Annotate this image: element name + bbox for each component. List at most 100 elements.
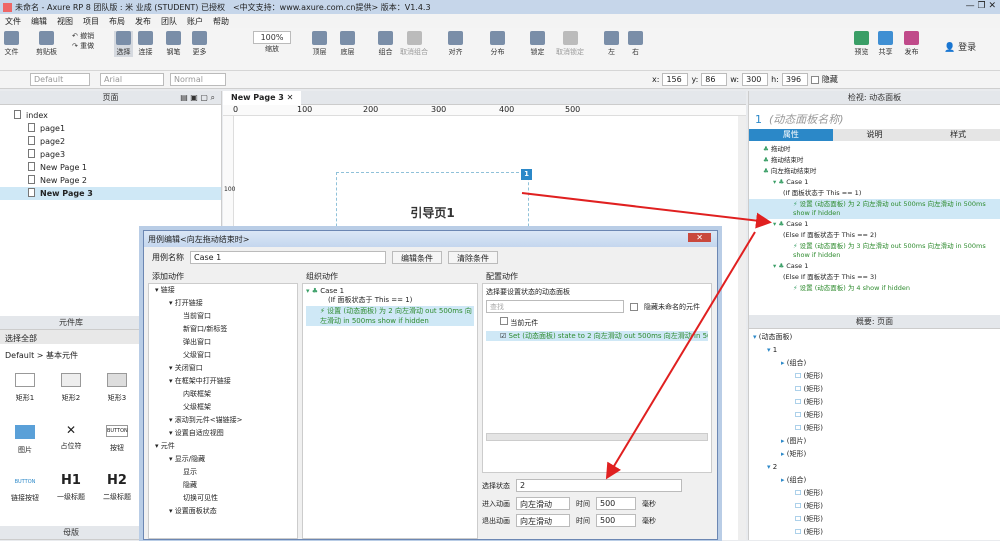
menu-item-3[interactable]: 项目 [83, 16, 99, 27]
tab-notes[interactable]: 说明 [832, 129, 917, 141]
page-item[interactable]: page1 [0, 122, 221, 135]
library-select[interactable]: 选择全部 [0, 330, 142, 344]
page-item[interactable]: page3 [0, 148, 221, 161]
x-field[interactable]: 156 [662, 73, 689, 86]
outline-item[interactable]: ☐ (矩形) [753, 487, 996, 500]
action-item[interactable]: 显示 [149, 466, 297, 479]
action-item[interactable]: 父级窗口 [149, 349, 297, 362]
outline-item[interactable]: ☐ (矩形) [753, 409, 996, 422]
action-item[interactable]: 弹出窗口 [149, 336, 297, 349]
action-item[interactable]: ▾ 关闭窗口 [149, 362, 297, 375]
outline-item[interactable]: ☐ (矩形) [753, 422, 996, 435]
action-item[interactable]: 隐藏 [149, 479, 297, 492]
canvas-tab[interactable]: New Page 3 ✕ [223, 91, 302, 105]
lock-button[interactable]: 锁定 [530, 31, 545, 57]
org-action-item[interactable]: ⚡ 设置 (动态面板) 为 2 向左滑动 out 500ms 向左滑动 in 5… [306, 306, 474, 326]
action-item[interactable]: 当前窗口 [149, 310, 297, 323]
set-state-row[interactable]: ☑ Set (动态面板) state to 2 向左滑动 out 500ms 向… [486, 331, 708, 341]
right-button[interactable]: 右 [628, 31, 643, 57]
left-button[interactable]: 左 [604, 31, 619, 57]
menu-item-4[interactable]: 布局 [109, 16, 125, 27]
org-case[interactable]: ▾ ♣ Case 1 [306, 287, 474, 295]
event-item[interactable]: (Else If 面板状态于 This == 2) [749, 230, 1000, 241]
page-item[interactable]: index [0, 109, 221, 122]
style-select[interactable]: Default [30, 73, 90, 86]
menu-item-6[interactable]: 团队 [161, 16, 177, 27]
connect-button[interactable]: 连接 [138, 31, 153, 57]
search-input[interactable]: 查找 [486, 300, 624, 313]
canvas-scrollbar[interactable] [738, 116, 746, 540]
event-item[interactable]: ▾ ♣ Case 1 [749, 219, 1000, 230]
page-item[interactable]: New Page 2 [0, 174, 221, 187]
action-item[interactable]: ▾ 滚动到元件<锚链接> [149, 414, 297, 427]
event-item[interactable]: (Else If 面板状态于 This == 3) [749, 272, 1000, 283]
edit-condition-button[interactable]: 编辑条件 [392, 250, 442, 264]
exit-anim-select[interactable]: 向左滑动 [516, 514, 570, 527]
preview-button[interactable]: 预览 [854, 31, 869, 57]
bottom-button[interactable]: 底层 [340, 31, 355, 57]
action-item[interactable]: 父级框架 [149, 401, 297, 414]
undo-button[interactable]: ↶ 撤销 [72, 31, 94, 41]
menu-item-2[interactable]: 视图 [57, 16, 73, 27]
checked-checkbox[interactable]: ☑ [500, 332, 506, 340]
outline-item[interactable]: ▾ 1 [753, 344, 996, 357]
outline-item[interactable]: ☐ (矩形) [753, 370, 996, 383]
menu-item-1[interactable]: 编辑 [31, 16, 47, 27]
action-item[interactable]: ▾ 元件 [149, 440, 297, 453]
zoom-control[interactable]: 100% 缩放 [253, 31, 291, 54]
login-button[interactable]: 👤 登录 [944, 40, 976, 53]
exit-time-input[interactable]: 500 [596, 514, 636, 527]
outline-item[interactable]: ▾ 2 [753, 461, 996, 474]
pages-toolbar-icons[interactable]: ▤ ▣ ▢ ⌕ [180, 91, 215, 105]
page-item[interactable]: New Page 1 [0, 161, 221, 174]
distribute-button[interactable]: 分布 [490, 31, 505, 57]
event-item[interactable]: (If 面板状态于 This == 1) [749, 188, 1000, 199]
page-item[interactable]: page2 [0, 135, 221, 148]
outline-item[interactable]: ▸ (矩形) [753, 448, 996, 461]
more-button[interactable]: 更多 [192, 31, 207, 57]
event-item[interactable]: ⚡ 设置 (动态面板) 为 2 向左滑动 out 500ms 向左滑动 in 5… [749, 199, 1000, 219]
close-icon[interactable]: ✕ [688, 233, 711, 242]
outline-item[interactable]: ☐ (矩形) [753, 526, 996, 539]
config-hscrollbar[interactable] [486, 433, 708, 441]
library-widget[interactable]: 矩形2 [48, 367, 94, 419]
align-button[interactable]: 对齐 [448, 31, 463, 57]
library-widget[interactable]: 矩形3 [94, 367, 140, 419]
menu-item-0[interactable]: 文件 [5, 16, 21, 27]
hide-unnamed-checkbox[interactable] [630, 302, 638, 311]
action-item[interactable]: ▾ 打开链接 [149, 297, 297, 310]
page-item[interactable]: New Page 3 [0, 187, 221, 200]
hidden-checkbox[interactable] [810, 75, 819, 84]
menu-item-5[interactable]: 发布 [135, 16, 151, 27]
top-button[interactable]: 顶层 [312, 31, 327, 57]
outline-item[interactable]: ▸ (图片) [753, 435, 996, 448]
clear-condition-button[interactable]: 清除条件 [448, 250, 498, 264]
library-widget[interactable]: ✕ 占位符 [48, 419, 94, 471]
tab-properties[interactable]: 属性 [749, 129, 833, 141]
panel-name-field[interactable]: (动态面板名称) [769, 113, 844, 126]
menu-item-8[interactable]: 帮助 [213, 16, 229, 27]
window-controls[interactable]: — ❐ ✕ [966, 1, 996, 11]
undo-redo[interactable]: ↶ 撤销 ↷ 重做 [72, 31, 94, 51]
y-field[interactable]: 86 [701, 73, 728, 86]
action-item[interactable]: 新窗口/新标签 [149, 323, 297, 336]
outline-item[interactable]: ☐ (矩形) [753, 383, 996, 396]
publish-button[interactable]: 发布 [904, 31, 919, 57]
select-button[interactable]: 选择 [114, 31, 133, 57]
library-widget[interactable]: H1 一级标题 [48, 471, 94, 523]
current-widget-row[interactable]: 当前元件 [486, 317, 708, 328]
event-item[interactable]: ⚡ 设置 (动态面板) 为 3 向左滑动 out 500ms 向左滑动 in 5… [749, 241, 1000, 261]
library-widget[interactable]: H2 二级标题 [94, 471, 140, 523]
clipboard-button[interactable]: 剪贴板 [36, 31, 57, 57]
action-item[interactable]: ▾ 在框架中打开链接 [149, 375, 297, 388]
enter-time-input[interactable]: 500 [596, 497, 636, 510]
action-item[interactable]: 切换可见性 [149, 492, 297, 505]
case-name-input[interactable]: Case 1 [190, 250, 386, 264]
action-item[interactable]: 内联框架 [149, 388, 297, 401]
library-category[interactable]: Default > 基本元件 [0, 344, 142, 367]
redo-button[interactable]: ↷ 重做 [72, 41, 94, 51]
event-item[interactable]: ▾ ♣ Case 1 [749, 261, 1000, 272]
event-item[interactable]: ♣ 拖动结束时 [749, 155, 1000, 166]
pen-button[interactable]: 钢笔 [166, 31, 181, 57]
outline-item[interactable]: ▸ (组合) [753, 357, 996, 370]
